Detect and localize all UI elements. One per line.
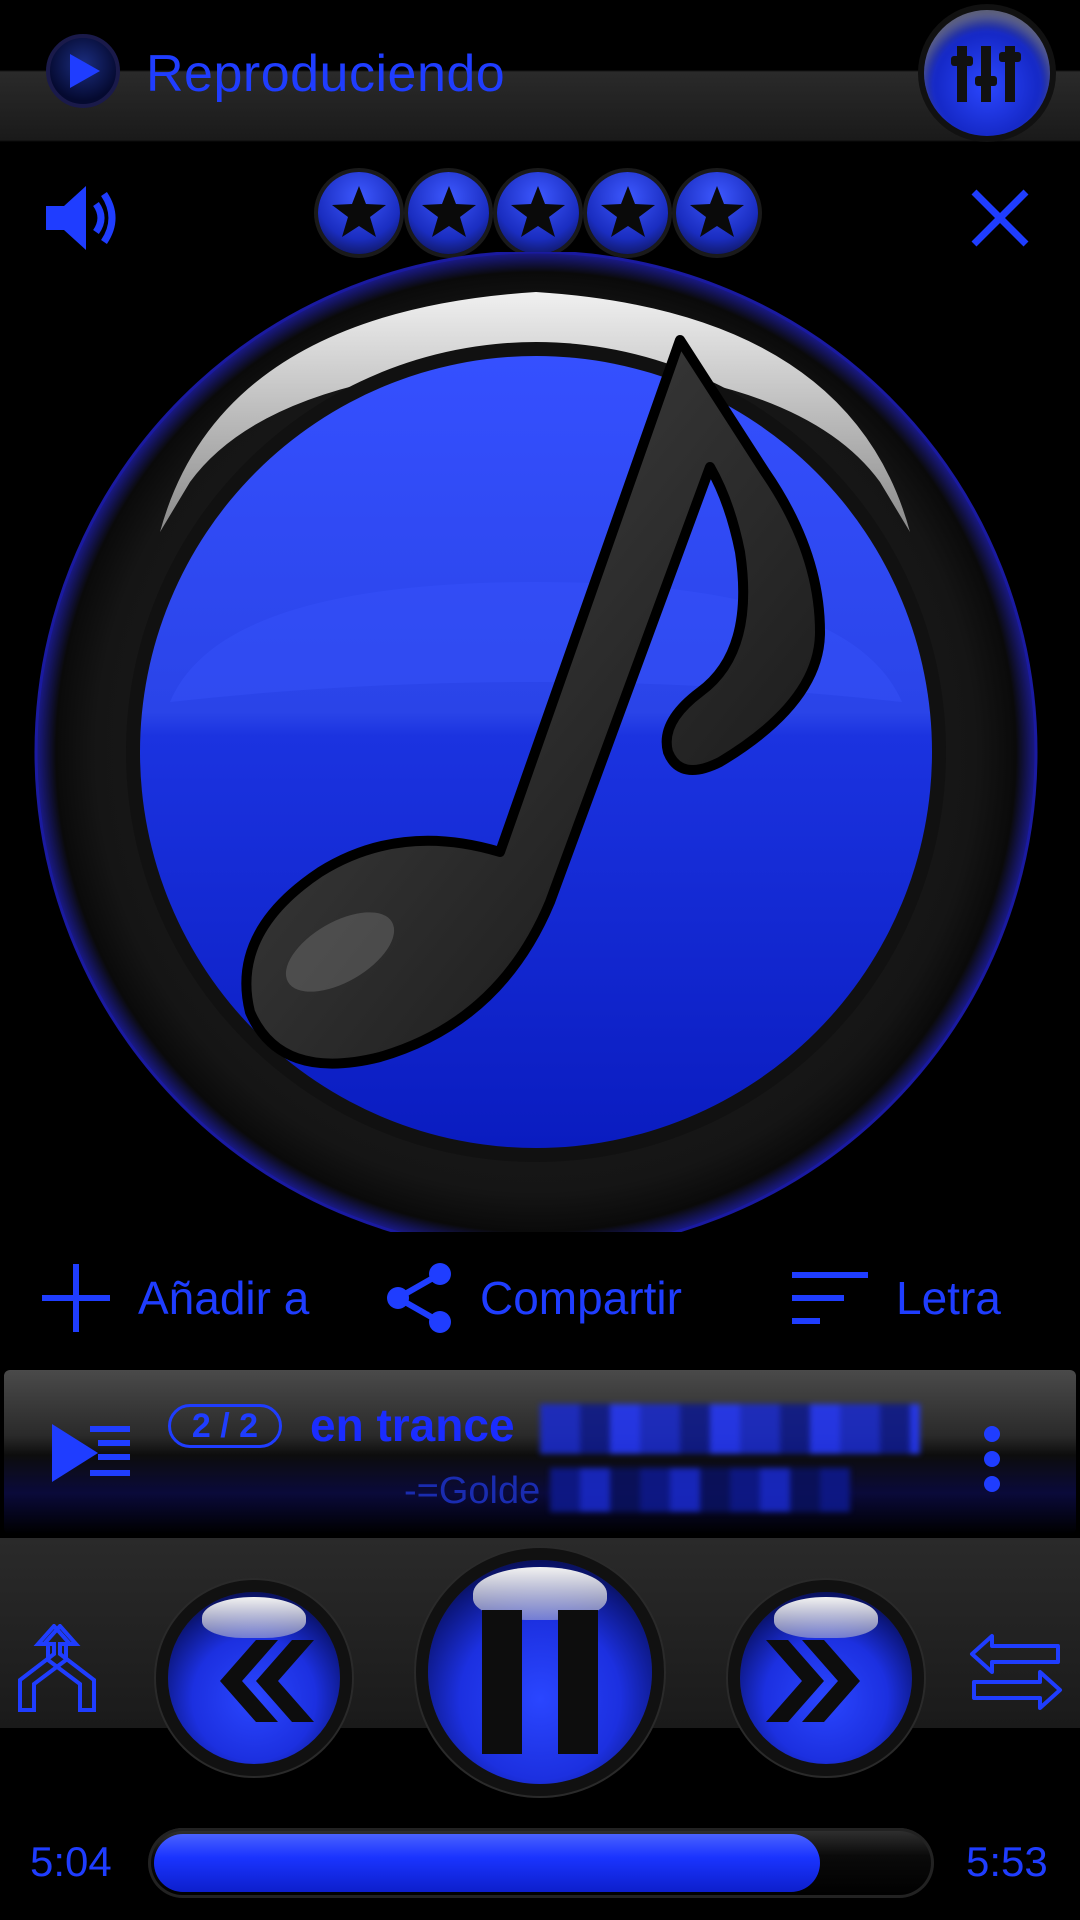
share-label: Compartir: [480, 1272, 682, 1324]
star-5-icon[interactable]: [676, 172, 758, 254]
lyrics-label: Letra: [896, 1272, 1001, 1324]
song-artist: -=Golde: [404, 1470, 541, 1512]
next-button[interactable]: [740, 1592, 912, 1764]
song-title: en trance: [310, 1399, 515, 1451]
redacted-artist: [550, 1468, 850, 1512]
redacted-title: [540, 1404, 920, 1454]
progress-fill: [154, 1834, 820, 1892]
rating-stars[interactable]: [318, 172, 758, 262]
page-title: Reproduciendo: [146, 45, 506, 103]
share-button[interactable]: Compartir: [384, 1258, 682, 1338]
lyrics-icon: [792, 1272, 868, 1324]
shuffle-icon[interactable]: [14, 1622, 100, 1725]
gloss-highlight: [774, 1597, 878, 1639]
queue-icon[interactable]: [50, 1420, 132, 1491]
gloss-highlight: [202, 1597, 306, 1639]
pause-button[interactable]: [428, 1560, 652, 1784]
time-elapsed: 5:04: [30, 1838, 112, 1885]
play-badge-icon: [46, 34, 120, 108]
time-total: 5:53: [966, 1838, 1048, 1885]
pause-icon: [482, 1610, 598, 1754]
rewind-icon: [220, 1640, 314, 1722]
music-note-icon: [34, 250, 1038, 1254]
repeat-icon[interactable]: [968, 1630, 1064, 1719]
equalizer-icon: [951, 46, 1021, 102]
fast-forward-icon: [766, 1640, 860, 1722]
star-3-icon[interactable]: [497, 172, 579, 254]
track-counter: 2 / 2: [168, 1404, 282, 1448]
add-to-button[interactable]: Añadir a: [40, 1258, 309, 1338]
progress-slider[interactable]: [148, 1828, 934, 1898]
album-art: [20, 250, 1060, 1254]
add-to-label: Añadir a: [138, 1272, 310, 1324]
equalizer-button[interactable]: [924, 10, 1050, 136]
share-icon: [387, 1263, 451, 1333]
volume-icon[interactable]: [42, 178, 122, 263]
plus-icon: [42, 1264, 110, 1332]
star-1-icon[interactable]: [318, 172, 400, 254]
star-2-icon[interactable]: [407, 172, 490, 254]
more-options-icon[interactable]: [978, 1424, 1006, 1499]
star-4-icon[interactable]: [586, 172, 669, 254]
close-icon[interactable]: [968, 186, 1032, 255]
previous-button[interactable]: [168, 1592, 340, 1764]
lyrics-button[interactable]: Letra: [790, 1258, 1001, 1338]
